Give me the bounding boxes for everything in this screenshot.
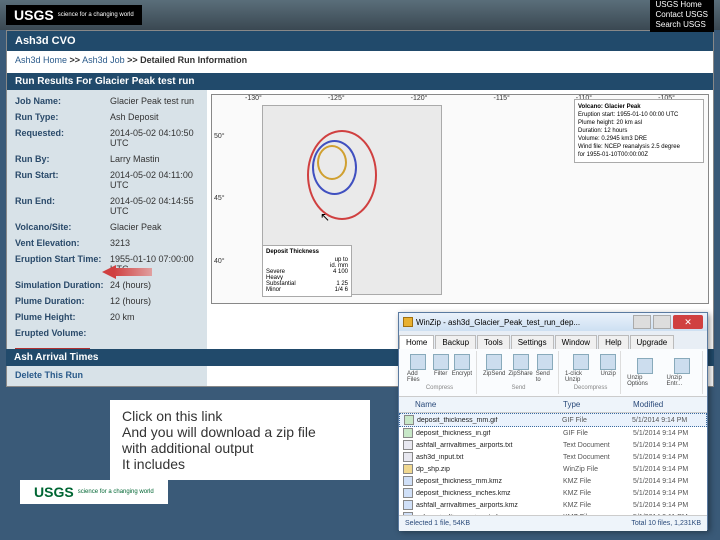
app-header: USGS science for a changing world USGS H… xyxy=(0,0,720,30)
delete-run-link[interactable]: Delete This Run xyxy=(15,370,199,380)
tool-zipshare[interactable]: ZipShare xyxy=(508,354,532,383)
tab-window[interactable]: Window xyxy=(555,335,597,349)
link-search-usgs[interactable]: Search USGS xyxy=(656,20,708,30)
winzip-columns[interactable]: Name Type Modified xyxy=(399,397,707,413)
callout-arrow xyxy=(102,265,152,279)
detail-row: Erupted Volume: xyxy=(15,328,199,338)
minimize-button[interactable] xyxy=(633,315,651,329)
close-button[interactable]: ✕ xyxy=(673,315,703,329)
logo-subtext: science for a changing world xyxy=(58,12,134,18)
winzip-toolbar: Add FilesFilterEncrypt Compress ZipSendZ… xyxy=(399,349,707,397)
winzip-ribbon-tabs: HomeBackupToolsSettingsWindowHelpUpgrade xyxy=(399,331,707,349)
crumb-current: Detailed Run Information xyxy=(140,55,247,65)
winzip-statusbar: Selected 1 file, 54KB Total 10 files, 1,… xyxy=(399,515,707,531)
logo-text: USGS xyxy=(14,7,54,23)
breadcrumb: Ash3d Home >> Ash3d Job >> Detailed Run … xyxy=(7,51,713,69)
detail-row: Requested:2014-05-02 04:10:50 UTC xyxy=(15,128,199,148)
file-icon xyxy=(403,512,413,515)
tab-tools[interactable]: Tools xyxy=(477,335,510,349)
tool-unzip-entr-[interactable]: Unzip Entr... xyxy=(666,358,698,387)
file-row[interactable]: ash3d_input.txtText Document5/1/2014 9:1… xyxy=(399,451,707,463)
cursor-icon: ↖ xyxy=(320,210,330,224)
file-row[interactable]: dp_shp.zipWinZip File5/1/2014 9:14 PM xyxy=(399,463,707,475)
contour-substantial xyxy=(317,145,347,180)
status-selected: Selected 1 file, 54KB xyxy=(405,520,470,527)
winzip-icon xyxy=(403,317,413,327)
link-usgs-home[interactable]: USGS Home xyxy=(656,0,708,10)
detail-row: Vent Elevation:3213 xyxy=(15,238,199,248)
file-row[interactable]: deposit_thickness_inches.kmzKMZ File5/1/… xyxy=(399,487,707,499)
file-icon xyxy=(403,476,413,486)
winzip-titlebar[interactable]: WinZip - ash3d_Glacier_Peak_test_run_dep… xyxy=(399,313,707,331)
col-modified[interactable]: Modified xyxy=(633,400,703,409)
tool--click-unzip[interactable]: 1-click Unzip xyxy=(565,354,597,383)
tool-unzip[interactable]: Unzip xyxy=(600,354,616,383)
instruction-callout: Click on this link And you will download… xyxy=(110,400,370,480)
status-total: Total 10 files, 1,231KB xyxy=(631,520,701,527)
tab-settings[interactable]: Settings xyxy=(511,335,554,349)
crumb-job[interactable]: Ash3d Job xyxy=(82,55,125,65)
tool-encrypt[interactable]: Encrypt xyxy=(452,354,472,383)
tool-send-to[interactable]: Send to xyxy=(536,354,554,383)
tool-filter[interactable]: Filter xyxy=(433,354,449,383)
tool-unzip-options[interactable]: Unzip Options xyxy=(627,358,663,387)
deposit-map[interactable]: -130°-125°-120°-115°-110°-105° 50°45°40°… xyxy=(211,94,709,304)
tab-help[interactable]: Help xyxy=(598,335,628,349)
crumb-home[interactable]: Ash3d Home xyxy=(15,55,67,65)
file-row[interactable]: deposit_thickness_mm.kmzKMZ File5/1/2014… xyxy=(399,475,707,487)
maximize-button[interactable] xyxy=(653,315,671,329)
section-header: Run Results For Glacier Peak test run xyxy=(7,73,713,90)
map-legend: Deposit Thickness up to id. mm Severe4 1… xyxy=(262,245,352,297)
tool-add-files[interactable]: Add Files xyxy=(407,354,430,383)
detail-row: Simulation Duration:24 (hours) xyxy=(15,280,199,290)
col-name[interactable]: Name xyxy=(415,400,563,409)
link-contact-usgs[interactable]: Contact USGS xyxy=(656,10,708,20)
file-row[interactable]: ashfall_arrivaltimes_airports.txtText Do… xyxy=(399,439,707,451)
winzip-title-text: WinZip - ash3d_Glacier_Peak_test_run_dep… xyxy=(416,318,580,327)
tool-zipsend[interactable]: ZipSend xyxy=(483,354,505,383)
header-links: USGS Home Contact USGS Search USGS xyxy=(650,0,714,32)
detail-row: Job Name:Glacier Peak test run xyxy=(15,96,199,106)
detail-row: Run End:2014-05-02 04:14:55 UTC xyxy=(15,196,199,216)
detail-row: Plume Height:20 km xyxy=(15,312,199,322)
page-title: Ash3d CVO xyxy=(7,31,713,51)
map-info-box: Volcano: Glacier Peak Eruption start: 19… xyxy=(574,99,704,163)
detail-row: Run Start:2014-05-02 04:11:00 UTC xyxy=(15,170,199,190)
file-row[interactable]: deposit_thickness_in.gifGIF File5/1/2014… xyxy=(399,427,707,439)
file-icon xyxy=(403,428,413,438)
winzip-file-list[interactable]: deposit_thickness_mm.gifGIF File5/1/2014… xyxy=(399,413,707,515)
file-icon xyxy=(403,440,413,450)
tab-home[interactable]: Home xyxy=(399,335,434,349)
file-row[interactable]: ash_arrivaltimes_airports.kmzKMZ File5/1… xyxy=(399,511,707,515)
file-icon xyxy=(404,415,414,425)
file-icon xyxy=(403,500,413,510)
tab-upgrade[interactable]: Upgrade xyxy=(630,335,675,349)
file-row[interactable]: deposit_thickness_mm.gifGIF File5/1/2014… xyxy=(399,413,707,427)
usgs-footer-logo: USGS science for a changing world xyxy=(20,480,168,504)
map-lat-axis: 50°45°40° xyxy=(214,105,225,293)
detail-row: Run By:Larry Mastin xyxy=(15,154,199,164)
tab-backup[interactable]: Backup xyxy=(435,335,476,349)
details-panel: Job Name:Glacier Peak test run Run Type:A… xyxy=(7,90,207,386)
file-icon xyxy=(403,488,413,498)
file-row[interactable]: ashfall_arrivaltimes_airports.kmzKMZ Fil… xyxy=(399,499,707,511)
file-icon xyxy=(403,452,413,462)
col-type[interactable]: Type xyxy=(563,400,633,409)
file-icon xyxy=(403,464,413,474)
detail-row: Run Type:Ash Deposit xyxy=(15,112,199,122)
usgs-logo: USGS science for a changing world xyxy=(6,5,142,25)
detail-row: Plume Duration:12 (hours) xyxy=(15,296,199,306)
detail-row: Volcano/Site:Glacier Peak xyxy=(15,222,199,232)
winzip-window[interactable]: WinZip - ash3d_Glacier_Peak_test_run_dep… xyxy=(398,312,708,530)
